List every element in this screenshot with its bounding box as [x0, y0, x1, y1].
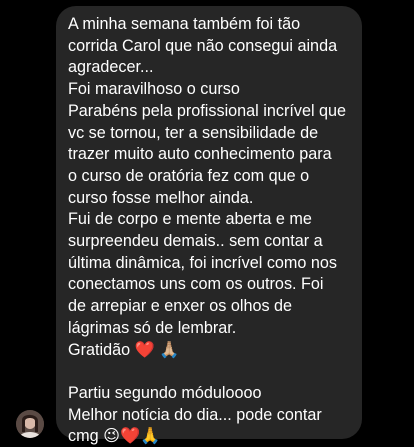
- message-line: A minha semana também foi tão: [68, 15, 301, 33]
- sender-avatar[interactable]: [16, 410, 44, 438]
- profile-photo-avatar-icon: [16, 410, 44, 438]
- message-line: Parabéns pela profissional incrível que: [68, 101, 347, 120]
- message-line: de arrepiar e enxer os olhos de: [68, 297, 293, 316]
- message-line-emoji: cmg 😉❤️🙏: [68, 427, 161, 446]
- message-line: curso fosse melhor ainda.: [68, 188, 254, 207]
- message-line: corrida Carol que não consegui ainda: [68, 36, 338, 55]
- message-line: trazer muito auto conhecimento para: [68, 145, 332, 164]
- message-line: o curso de oratória fez com que o: [68, 166, 310, 185]
- message-line: vc se tornou, ter a sensibilidade de: [68, 123, 319, 142]
- message-line: lágrimas só de lembrar.: [68, 318, 237, 337]
- message-line: Partiu segundo móduloooo: [68, 383, 262, 402]
- message-line: surpreendeu demais.. sem contar a: [68, 232, 323, 251]
- message-line-gratitude: Gratidão ❤️ 🙏🏼: [68, 340, 180, 359]
- message-line: Melhor notícia do dia... pode contar: [68, 405, 322, 424]
- message-line: Foi maravilhoso o curso: [68, 80, 240, 99]
- message-line: última dinâmica, foi incrível como nos: [68, 253, 337, 272]
- message-line: Fui de corpo e mente aberta e me: [68, 210, 312, 229]
- message-line: conectamos uns com os outros. Foi: [68, 275, 324, 294]
- message-line: agradecer...: [68, 58, 154, 77]
- message-bubble[interactable]: A minha semana também foi tão corrida Ca…: [56, 6, 362, 445]
